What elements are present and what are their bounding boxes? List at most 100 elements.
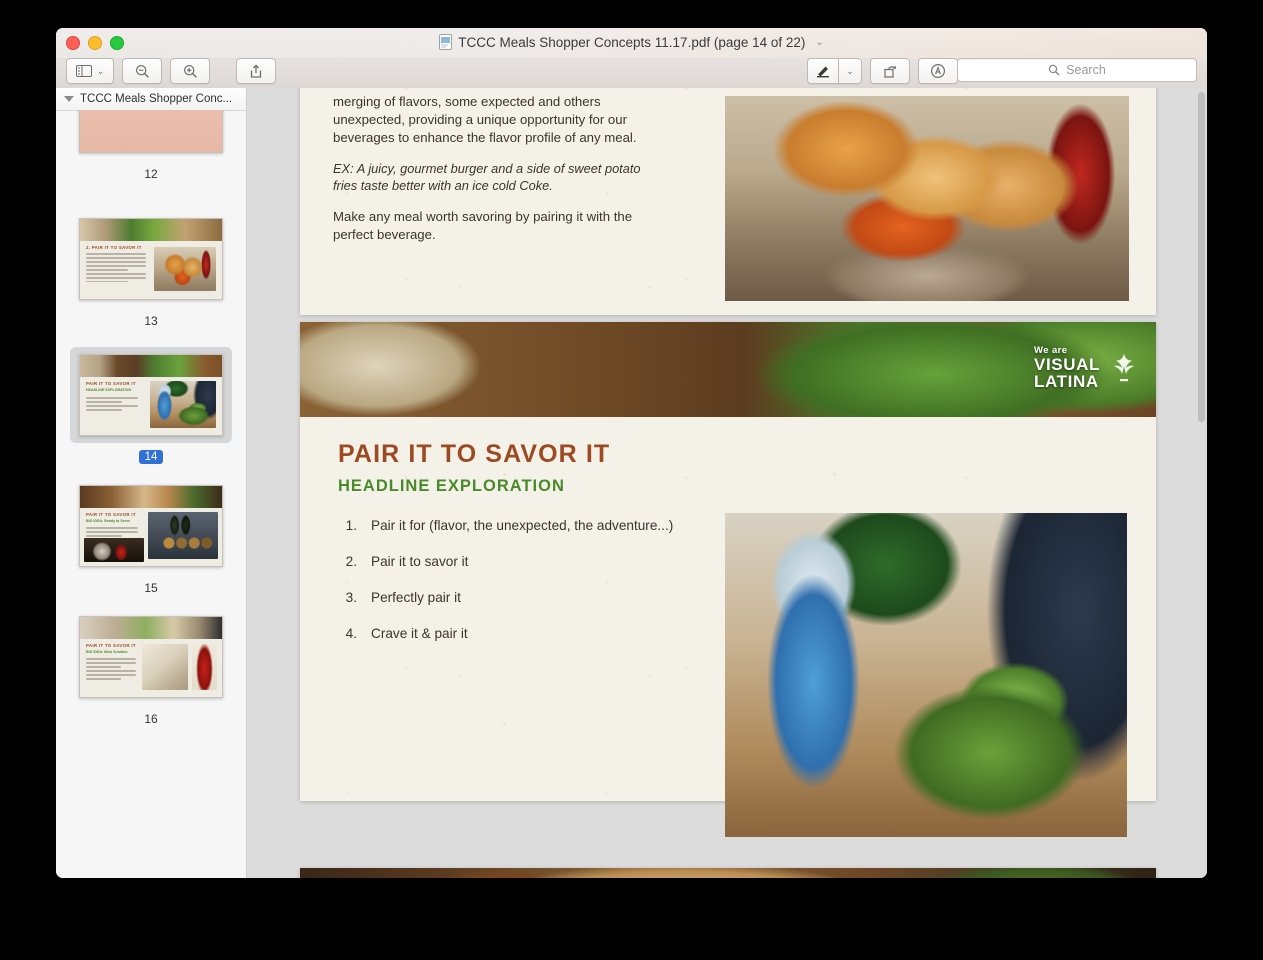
list-item-number: 3. (345, 590, 357, 605)
pdf-page-15 (300, 868, 1156, 878)
list-item-text: Perfectly pair it (371, 590, 461, 605)
annotate-button[interactable] (918, 58, 958, 84)
page-14-dasani-photo (725, 513, 1127, 837)
page-15-banner-photo (300, 868, 1156, 878)
list-item-text: Crave it & pair it (371, 626, 468, 641)
window-title-text: TCCC Meals Shopper Concepts 11.17.pdf (p… (458, 34, 806, 50)
thumbnail-title-15: PAIR IT TO SAVOR IT (86, 512, 136, 517)
thumbnail-item-13[interactable]: 2. PAIR IT TO SAVOR IT 13 (56, 211, 246, 328)
thumbnail-sidebar: TCCC Meals Shopper Conc... 12 2. PAIR IT… (56, 88, 247, 878)
toolbar-left-group: ⌄ (66, 58, 276, 84)
thumbnail-item-14[interactable]: PAIR IT TO SAVOR IT HEADLINE EXPLORATION… (56, 347, 246, 464)
thumbnail-page-number: 15 (144, 581, 158, 595)
page-14-banner-photo: We are VISUAL LATINA (300, 322, 1156, 417)
pdf-page-view[interactable]: merging of flavors, some expected and ot… (247, 88, 1207, 878)
zoom-in-icon (183, 64, 197, 78)
thumbnail-frame-15: PAIR IT TO SAVOR IT BIG IDEA: Ready to S… (70, 478, 232, 574)
thumbnail-frame-16: PAIR IT TO SAVOR IT BIG IDEA: Meal Solut… (70, 609, 232, 705)
rotate-button[interactable] (870, 58, 910, 84)
thumbnail-frame-12 (70, 110, 232, 160)
list-item-text: Pair it to savor it (371, 554, 469, 569)
thumbnail-photo-16-coke (192, 644, 217, 690)
window-content: TCCC Meals Shopper Conc... 12 2. PAIR IT… (56, 88, 1207, 878)
sidebar-view-icon (75, 65, 92, 77)
list-item-number: 1. (345, 518, 357, 533)
thumbnail-photo-art-13 (154, 247, 216, 291)
thumbnail-list[interactable]: 12 2. PAIR IT TO SAVOR IT 13 PAIR IT TO … (56, 110, 246, 878)
thumbnail-subtitle-16: BIG IDEA: Meal Solution (86, 650, 128, 654)
page-14-headline-list: 1. Pair it for (flavor, the unexpected, … (343, 518, 713, 662)
thumbnail-image-15[interactable]: PAIR IT TO SAVOR IT BIG IDEA: Ready to S… (79, 485, 223, 567)
thumbnail-page-number-selected: 14 (138, 450, 164, 464)
thumbnail-image-16[interactable]: PAIR IT TO SAVOR IT BIG IDEA: Meal Solut… (79, 616, 223, 698)
thumbnail-photo-art-15b (84, 538, 144, 562)
thumbnail-photo-art-16a (142, 644, 188, 690)
search-field[interactable]: Search (957, 58, 1197, 82)
sidebar-header[interactable]: TCCC Meals Shopper Conc... (56, 88, 246, 111)
thumbnail-frame-13: 2. PAIR IT TO SAVOR IT (70, 211, 232, 307)
list-item-number: 4. (345, 626, 357, 641)
pdf-page-13: merging of flavors, some expected and ot… (300, 88, 1156, 315)
rotate-icon (883, 65, 896, 78)
list-item: 3. Perfectly pair it (343, 590, 713, 605)
close-window-button[interactable] (66, 36, 80, 50)
search-icon (1048, 64, 1060, 76)
thumbnail-text-lines-13 (86, 253, 146, 285)
thumbnail-item-15[interactable]: PAIR IT TO SAVOR IT BIG IDEA: Ready to S… (56, 478, 246, 595)
zoom-in-button[interactable] (170, 58, 210, 84)
share-button[interactable] (236, 58, 276, 84)
zoom-window-button[interactable] (110, 36, 124, 50)
thumbnail-image-13[interactable]: 2. PAIR IT TO SAVOR IT (79, 218, 223, 300)
page-13-paragraph-3: Make any meal worth savoring by pairing … (333, 208, 633, 242)
thumbnail-image-12[interactable] (79, 110, 223, 153)
list-item-text: Pair it for (flavor, the unexpected, the… (371, 518, 674, 533)
disclosure-triangle-icon[interactable] (64, 96, 74, 102)
thumbnail-subtitle-14: HEADLINE EXPLORATION (86, 388, 132, 392)
thumbnail-art-12 (80, 110, 222, 152)
dasani-photo-art (725, 513, 1127, 837)
logo-line-visual: VISUAL (1034, 354, 1100, 374)
toolbar: ⌄ ⌄ Search (56, 54, 1207, 88)
sidebar-chevron-down-icon[interactable]: ⌄ (97, 66, 105, 77)
thumbnail-image-14[interactable]: PAIR IT TO SAVOR IT HEADLINE EXPLORATION (79, 354, 223, 436)
thumbnail-banner-16 (80, 617, 222, 639)
thumbnail-text-lines-14 (86, 397, 138, 413)
thumbnail-page-number: 12 (144, 167, 158, 181)
page-13-paragraph-1: merging of flavors, some expected and ot… (333, 94, 637, 145)
list-item: 1. Pair it for (flavor, the unexpected, … (343, 518, 713, 533)
page-14-title: PAIR IT TO SAVOR IT (338, 440, 611, 468)
thumbnail-photo-16-sandwich (142, 644, 188, 690)
thumbnail-title-13: 2. PAIR IT TO SAVOR IT (86, 245, 142, 250)
thumbnail-text-lines-16 (86, 658, 136, 682)
thumbnail-title-16: PAIR IT TO SAVOR IT (86, 643, 136, 648)
search-placeholder: Search (1066, 63, 1106, 77)
pdf-page-14: We are VISUAL LATINA PAIR IT TO SAVOR IT… (300, 322, 1156, 837)
preview-window: TCCC Meals Shopper Concepts 11.17.pdf (p… (56, 28, 1207, 878)
visual-latina-wordmark: We are VISUAL LATINA (1034, 346, 1100, 390)
minimize-window-button[interactable] (88, 36, 102, 50)
thumbnail-item-16[interactable]: PAIR IT TO SAVOR IT BIG IDEA: Meal Solut… (56, 609, 246, 726)
page-13-paragraph-example: EX: A juicy, gourmet burger and a side o… (333, 160, 641, 194)
annotate-icon (930, 63, 946, 79)
markup-toolbar-button[interactable] (807, 58, 838, 84)
markup-chevron-down-icon[interactable]: ⌄ (846, 66, 854, 77)
thumbnail-photo-14 (150, 381, 216, 428)
thumbnail-frame-14-selected: PAIR IT TO SAVOR IT HEADLINE EXPLORATION (70, 347, 232, 443)
zoom-out-icon (135, 64, 149, 78)
vertical-scrollbar[interactable] (1198, 92, 1205, 422)
thumbnail-photo-art-16b (192, 644, 217, 690)
thumbnail-photo-15-chef (84, 538, 144, 562)
thumbnail-item-12[interactable]: 12 (56, 110, 246, 181)
page-13-text-block: merging of flavors, some expected and ot… (333, 93, 643, 257)
banner-photo-art (300, 322, 1156, 417)
thumbnail-photo-15-slate (148, 512, 218, 559)
window-title: TCCC Meals Shopper Concepts 11.17.pdf (p… (56, 34, 1207, 50)
markup-dropdown-button[interactable]: ⌄ (838, 58, 862, 84)
sidebar-view-button[interactable]: ⌄ (66, 58, 114, 84)
zoom-out-button[interactable] (122, 58, 162, 84)
thumbnail-title-14: PAIR IT TO SAVOR IT (86, 381, 136, 386)
thumbnail-photo-13 (154, 247, 216, 291)
page-13-burger-photo (725, 96, 1129, 301)
title-chevron-down-icon[interactable]: ⌄ (815, 37, 823, 48)
toolbar-right-group: ⌄ (807, 58, 958, 84)
